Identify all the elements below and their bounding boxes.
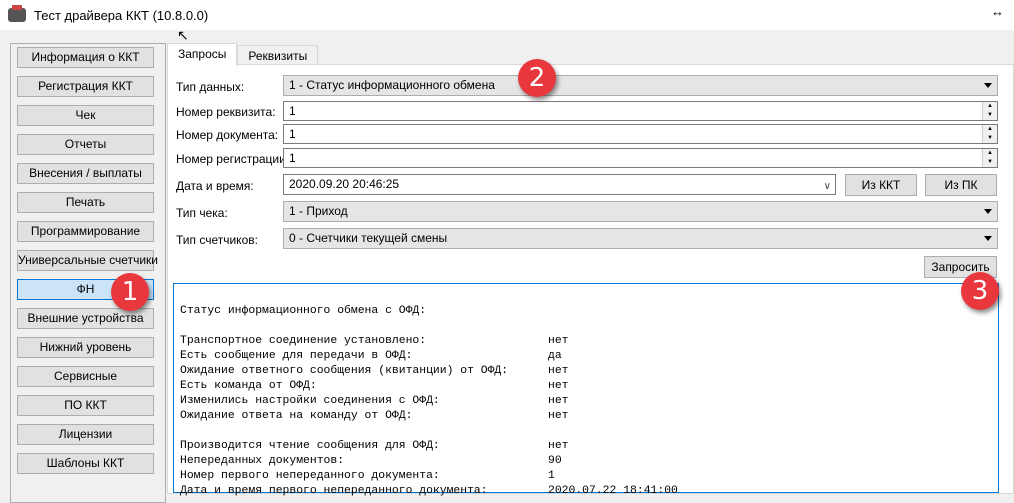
output-row: Производится чтение сообщения для ОФД: не… bbox=[180, 439, 992, 454]
receipt-type-value: 1 - Приход bbox=[289, 204, 348, 218]
tab-requests[interactable]: Запросы bbox=[167, 43, 238, 66]
output-key: Дата и время первого непереданного докум… bbox=[180, 485, 488, 497]
sidebar-item[interactable]: ПО ККТ bbox=[17, 395, 154, 416]
output-row: Номер первого непереданного документа: 1 bbox=[180, 469, 992, 484]
sidebar-item[interactable]: Отчеты bbox=[17, 134, 154, 155]
sidebar-item[interactable]: Печать bbox=[17, 192, 154, 213]
from-kkt-button[interactable]: Из ККТ bbox=[845, 174, 917, 196]
output-value: 1 bbox=[548, 470, 555, 482]
output-value: нет bbox=[548, 410, 569, 422]
app-printer-icon bbox=[8, 5, 26, 22]
sidebar-item[interactable]: Чек bbox=[17, 105, 154, 126]
sidebar-item[interactable]: Информация о ККТ bbox=[17, 47, 154, 68]
step-badge-3: 3 bbox=[961, 272, 999, 310]
reg-number-stepper[interactable]: 1 ▲ ▼ bbox=[283, 148, 998, 168]
resize-icon[interactable]: ↔ bbox=[991, 4, 1004, 19]
output-row: Есть сообщение для передачи в ОФД: да bbox=[180, 349, 992, 364]
data-type-value: 1 - Статус информационного обмена bbox=[289, 78, 495, 92]
receipt-type-select[interactable]: 1 - Приход bbox=[283, 201, 998, 222]
output-key: Ожидание ответного сообщения (квитанции)… bbox=[180, 365, 509, 377]
output-row: Изменились настройки соединения с ОФД: не… bbox=[180, 394, 992, 409]
tag-number-stepper[interactable]: 1 ▲ ▼ bbox=[283, 101, 998, 121]
window-title: Тест драйвера ККТ (10.8.0.0) bbox=[34, 7, 209, 23]
step-badge-1: 1 bbox=[111, 273, 149, 311]
sidebar-item[interactable]: Сервисные bbox=[17, 366, 154, 387]
tab-requisites[interactable]: Реквизиты bbox=[237, 45, 319, 66]
output-value: нет bbox=[548, 395, 569, 407]
data-type-select[interactable]: 1 - Статус информационного обмена bbox=[283, 75, 998, 96]
sidebar-item[interactable]: Универсальные счетчики bbox=[17, 250, 158, 271]
tab-bar: Запросы Реквизиты bbox=[167, 43, 319, 66]
output-row: Непереданных документов: 90 bbox=[180, 454, 992, 469]
reg-number-label: Номер регистрации: bbox=[176, 152, 290, 166]
doc-number-stepper[interactable]: 1 ▲ ▼ bbox=[283, 124, 998, 144]
output-value: нет bbox=[548, 335, 569, 347]
output-key: Непереданных документов: bbox=[180, 455, 345, 467]
output-value: нет bbox=[548, 440, 569, 452]
output-key: Есть команда от ОФД: bbox=[180, 380, 317, 392]
sidebar-item[interactable]: Регистрация ККТ bbox=[17, 76, 154, 97]
counters-type-select[interactable]: 0 - Счетчики текущей смены bbox=[283, 228, 998, 249]
output-row: Ожидание ответного сообщения (квитанции)… bbox=[180, 364, 992, 379]
tag-number-label: Номер реквизита: bbox=[176, 105, 276, 119]
sidebar-item[interactable]: Внесения / выплаты bbox=[17, 163, 154, 184]
reg-number-value: 1 bbox=[289, 151, 296, 165]
receipt-type-label: Тип чека: bbox=[176, 206, 228, 220]
output-key: Транспортное соединение установлено: bbox=[180, 335, 427, 347]
sidebar-item[interactable]: Программирование bbox=[17, 221, 154, 242]
output-row: Ожидание ответа на команду от ОФД: нет bbox=[180, 409, 992, 424]
counters-type-label: Тип счетчиков: bbox=[176, 233, 258, 247]
step-badge-2: 2 bbox=[518, 59, 556, 97]
output-row: Транспортное соединение установлено: нет bbox=[180, 334, 992, 349]
output-key: Есть сообщение для передачи в ОФД: bbox=[180, 350, 413, 362]
output-key: Номер первого непереданного документа: bbox=[180, 470, 440, 482]
output-textarea[interactable]: Статус информационного обмена с ОФД: Тра… bbox=[173, 283, 999, 497]
spin-arrows-icon[interactable]: ▲ ▼ bbox=[982, 102, 997, 120]
dropdown-arrow-icon bbox=[984, 236, 992, 241]
from-pc-button[interactable]: Из ПК bbox=[925, 174, 997, 196]
output-value: да bbox=[548, 350, 562, 362]
mouse-cursor-icon: ↖ bbox=[177, 27, 189, 43]
datetime-value: 2020.09.20 20:46:25 bbox=[289, 177, 400, 191]
output-row: Есть команда от ОФД: нет bbox=[180, 379, 992, 394]
chevron-down-icon[interactable]: ∨ bbox=[824, 177, 831, 196]
output-value: нет bbox=[548, 380, 569, 392]
spin-arrows-icon[interactable]: ▲ ▼ bbox=[982, 149, 997, 167]
datetime-picker[interactable]: 2020.09.20 20:46:25 ∨ bbox=[283, 174, 836, 195]
dropdown-arrow-icon bbox=[984, 209, 992, 214]
output-value: нет bbox=[548, 365, 569, 377]
sidebar: Информация о ККТ Регистрация ККТ Чек Отчеты… bbox=[10, 43, 166, 503]
data-type-label: Тип данных: bbox=[176, 80, 245, 94]
tag-number-value: 1 bbox=[289, 104, 296, 118]
sidebar-item[interactable]: Лицензии bbox=[17, 424, 154, 445]
doc-number-label: Номер документа: bbox=[176, 128, 279, 142]
spin-arrows-icon[interactable]: ▲ ▼ bbox=[982, 125, 997, 143]
output-key: Производится чтение сообщения для ОФД: bbox=[180, 440, 440, 452]
counters-type-value: 0 - Счетчики текущей смены bbox=[289, 231, 448, 245]
output-row: Дата и время первого непереданного докум… bbox=[180, 484, 992, 499]
doc-number-value: 1 bbox=[289, 127, 296, 141]
sidebar-item[interactable]: Нижний уровень bbox=[17, 337, 154, 358]
sidebar-item[interactable]: Шаблоны ККТ bbox=[17, 453, 154, 474]
title-bar: Тест драйвера ККТ (10.8.0.0) ↔ bbox=[0, 0, 1014, 30]
dropdown-arrow-icon bbox=[984, 83, 992, 88]
datetime-label: Дата и время: bbox=[176, 179, 254, 193]
output-header: Статус информационного обмена с ОФД: bbox=[180, 305, 427, 317]
output-value: 2020.07.22 18:41:00 bbox=[548, 485, 678, 497]
output-value: 90 bbox=[548, 455, 562, 467]
sidebar-item[interactable]: Внешние устройства bbox=[17, 308, 154, 329]
output-key: Изменились настройки соединения с ОФД: bbox=[180, 395, 440, 407]
output-key: Ожидание ответа на команду от ОФД: bbox=[180, 410, 413, 422]
